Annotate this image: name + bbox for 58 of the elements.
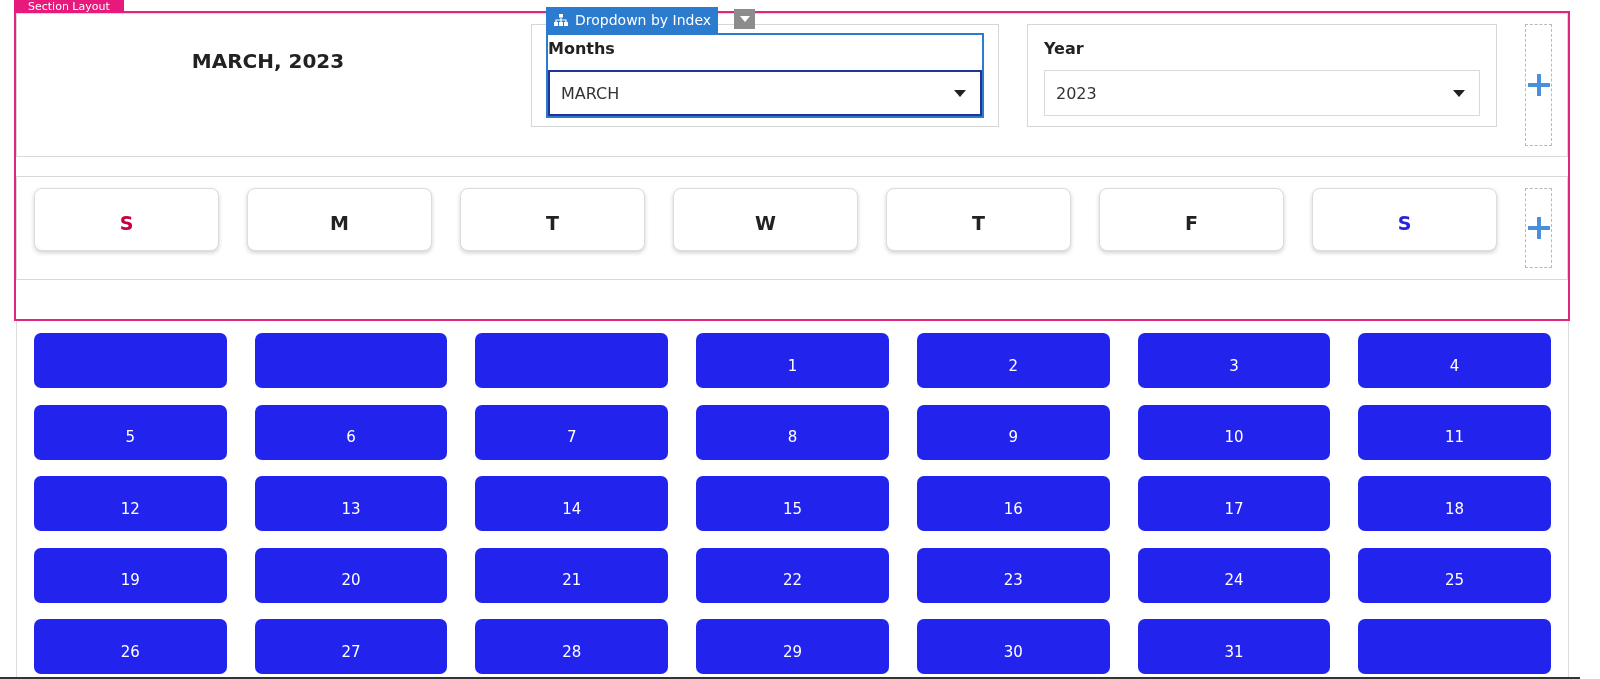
component-tag: Dropdown by Index (546, 7, 719, 33)
day-button[interactable]: 5 (34, 404, 227, 460)
day-button[interactable]: 15 (696, 476, 889, 531)
day-button[interactable]: 28 (475, 619, 669, 674)
day-button[interactable]: 12 (34, 476, 227, 531)
plus-icon (1527, 217, 1550, 239)
day-button[interactable]: 11 (1358, 404, 1551, 460)
day-button[interactable]: 2 (916, 333, 1110, 388)
day-button[interactable]: 27 (254, 619, 448, 674)
day-button[interactable]: 31 (1137, 619, 1331, 674)
day-button[interactable]: 23 (916, 547, 1110, 603)
caret-icon (1453, 89, 1465, 97)
day-button[interactable]: 6 (254, 404, 448, 460)
weekday-button[interactable]: S (34, 188, 219, 251)
weekday-button[interactable]: S (1312, 188, 1497, 251)
field-label: Year (1044, 38, 1084, 60)
day-button[interactable]: 18 (1358, 476, 1551, 531)
month-title: MARCH, 2023 (191, 48, 345, 75)
day-button[interactable]: 26 (34, 619, 227, 674)
weekday-button[interactable]: W (673, 188, 858, 251)
caret-icon (954, 89, 966, 97)
empty-day-button[interactable] (34, 333, 227, 388)
day-button[interactable]: 10 (1137, 404, 1331, 460)
dropdown[interactable]: 2023 (1044, 70, 1480, 116)
day-button[interactable]: 7 (475, 404, 669, 460)
hierarchy-icon (554, 14, 568, 26)
weekday-button[interactable]: F (1099, 188, 1284, 251)
day-button[interactable]: 16 (916, 476, 1110, 531)
day-button[interactable]: 25 (1358, 547, 1551, 603)
add-button[interactable] (1525, 188, 1552, 268)
section-tag: Section Layout (14, 0, 124, 13)
add-button[interactable] (1525, 24, 1552, 146)
empty-day-button[interactable] (475, 333, 669, 388)
caret-icon (739, 16, 750, 22)
day-button[interactable]: 14 (475, 476, 669, 531)
weekday-button[interactable]: T (460, 188, 645, 251)
day-button[interactable]: 17 (1137, 476, 1331, 531)
day-button[interactable]: 20 (254, 547, 448, 603)
day-button[interactable]: 13 (254, 476, 448, 531)
day-button[interactable]: 3 (1137, 333, 1331, 388)
tag-menu-button[interactable] (734, 9, 755, 29)
day-button[interactable]: 24 (1137, 547, 1331, 603)
day-button[interactable]: 19 (34, 547, 227, 603)
day-button[interactable]: 29 (696, 619, 889, 674)
weekday-button[interactable]: T (886, 188, 1071, 251)
day-button[interactable]: 21 (475, 547, 669, 603)
empty-day-button[interactable] (254, 333, 448, 388)
weekday-button[interactable]: M (247, 188, 432, 251)
day-button[interactable]: 22 (696, 547, 889, 603)
day-button[interactable]: 8 (696, 404, 889, 460)
field-label: Months (548, 38, 615, 60)
empty-day-button[interactable] (1358, 619, 1551, 674)
plus-icon (1527, 74, 1550, 96)
day-button[interactable]: 1 (696, 333, 889, 388)
day-button[interactable]: 4 (1358, 333, 1551, 388)
day-button[interactable]: 30 (916, 619, 1110, 674)
day-button[interactable]: 9 (916, 404, 1110, 460)
dropdown[interactable]: MARCH (548, 70, 982, 116)
